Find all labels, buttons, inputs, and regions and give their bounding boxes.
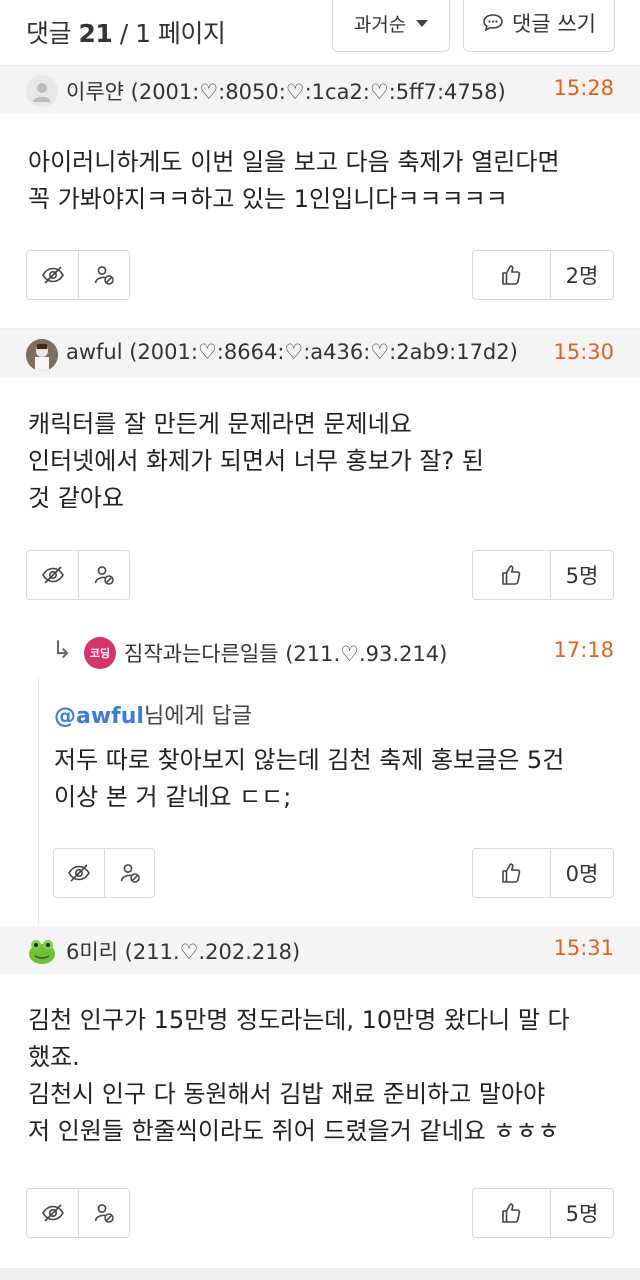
comment-time: 15:31 <box>553 936 614 960</box>
comment-meta: 6미리 (211.♡.202.218) 15:31 <box>0 926 640 974</box>
user-block-icon <box>94 566 114 585</box>
like-control: 2명 <box>472 250 614 300</box>
avatar[interactable]: 코딩 <box>84 637 116 669</box>
user-block-icon <box>94 1204 114 1223</box>
comment-meta: ↳ 코딩 짐작과는다른일들 (211.♡.93.214) 17:18 <box>0 628 640 676</box>
avatar[interactable] <box>26 339 58 371</box>
comment-meta: awful (2001:♡:8664:♡:a436:♡:2ab9:17d2) 1… <box>0 330 640 378</box>
comment-line: 인터넷에서 화제가 되면서 너무 홍보가 잘? 된 <box>28 447 484 475</box>
comment-actions <box>53 848 155 898</box>
comment-actions <box>26 550 130 600</box>
mention-user[interactable]: @awful <box>54 704 144 729</box>
comment-time: 15:30 <box>553 340 614 364</box>
comment-line: 했죠. <box>28 1043 80 1071</box>
write-comment-button[interactable]: 댓글 쓰기 <box>463 0 615 52</box>
comment-author[interactable]: 짐작과는다른일들 (211.♡.93.214) <box>124 638 447 668</box>
reply-mention: @awful님에게 답글 <box>54 704 253 729</box>
eye-slash-icon <box>41 266 64 284</box>
avatar[interactable] <box>26 935 58 967</box>
comment-line: 캐릭터를 잘 만든게 문제라면 문제네요 <box>28 410 412 438</box>
comment-header-bar: 댓글 21 / 1 페이지 과거순 댓글 쓰기 <box>0 0 640 66</box>
comment-author[interactable]: 6미리 (211.♡.202.218) <box>66 936 300 966</box>
hide-button[interactable] <box>54 849 104 897</box>
user-block-icon <box>94 266 114 285</box>
hide-button[interactable] <box>27 1189 78 1237</box>
avatar[interactable] <box>26 75 58 107</box>
comment-line: 저 인원들 한줄씩이라도 쥐어 드렸을거 같네요 ㅎㅎㅎ <box>28 1117 560 1145</box>
sort-label: 과거순 <box>353 13 407 36</box>
comment-author[interactable]: 이루얀 (2001:♡:8050:♡:1ca2:♡:5ff7:4758) <box>66 76 506 106</box>
hide-button[interactable] <box>27 551 78 599</box>
chat-bubble-icon <box>483 14 503 32</box>
eye-slash-icon <box>68 864 90 882</box>
comment-line: 꼭 가봐야지ㅋㅋ하고 있는 1인입니다ㅋㅋㅋㅋㅋ <box>28 185 508 213</box>
eye-slash-icon <box>41 566 64 584</box>
sort-dropdown[interactable]: 과거순 <box>332 0 450 52</box>
block-user-button[interactable] <box>78 251 129 299</box>
chevron-down-icon <box>416 19 429 27</box>
like-count: 0명 <box>549 849 613 897</box>
comment-meta: 이루얀 (2001:♡:8050:♡:1ca2:♡:5ff7:4758) 15:… <box>0 66 640 114</box>
comment-body: 김천 인구가 15만명 정도라는데, 10만명 왔다니 말 다 했죠. 김천시 … <box>28 1002 570 1150</box>
comment-time: 15:28 <box>553 76 614 100</box>
comment-line: 김천 인구가 15만명 정도라는데, 10만명 왔다니 말 다 <box>28 1006 570 1034</box>
like-control: 5명 <box>472 1188 614 1238</box>
comment-actions <box>26 250 130 300</box>
comment-body: 캐릭터를 잘 만든게 문제라면 문제네요 인터넷에서 화제가 되면서 너무 홍보… <box>28 406 484 517</box>
hide-button[interactable] <box>27 251 78 299</box>
comment-divider <box>0 1268 640 1280</box>
comment-line: 김천시 인구 다 동원해서 김밥 재료 준비하고 말아야 <box>28 1080 546 1108</box>
like-button[interactable] <box>473 251 550 299</box>
like-control: 0명 <box>472 848 614 898</box>
comment-line: 것 같아요 <box>28 484 124 512</box>
like-count: 5명 <box>549 1189 613 1237</box>
thumbs-up-icon <box>502 863 521 883</box>
write-comment-label: 댓글 쓰기 <box>512 12 596 36</box>
comment-item: 6미리 (211.♡.202.218) 15:31 김천 인구가 15만명 정도… <box>0 926 640 1260</box>
page-info: / 1 페이지 <box>112 19 226 48</box>
eye-slash-icon <box>41 1204 64 1222</box>
comment-item: 이루얀 (2001:♡:8050:♡:1ca2:♡:5ff7:4758) 15:… <box>0 66 640 328</box>
comment-item: awful (2001:♡:8664:♡:a436:♡:2ab9:17d2) 1… <box>0 330 640 626</box>
like-button[interactable] <box>473 1189 550 1237</box>
comment-actions <box>26 1188 130 1238</box>
like-count: 5명 <box>549 551 613 599</box>
user-block-icon <box>120 864 140 883</box>
thumbs-up-icon <box>502 265 521 285</box>
comment-line: 아이러니하게도 이번 일을 보고 다음 축제가 열린다면 <box>28 148 560 176</box>
block-user-button[interactable] <box>104 849 154 897</box>
like-control: 5명 <box>472 550 614 600</box>
like-count: 2명 <box>549 251 613 299</box>
thumbs-up-icon <box>502 565 521 585</box>
comment-count-value: 21 <box>78 19 113 48</box>
comment-time: 17:18 <box>553 638 614 662</box>
avatar-badge: 코딩 <box>89 647 111 660</box>
comment-count: 댓글 21 / 1 페이지 <box>26 19 226 48</box>
block-user-button[interactable] <box>78 1189 129 1237</box>
like-button[interactable] <box>473 551 550 599</box>
comment-line: 이상 본 거 같네요 ㄷㄷ; <box>54 783 292 811</box>
comment-author[interactable]: awful (2001:♡:8664:♡:a436:♡:2ab9:17d2) <box>66 340 518 364</box>
thumbs-up-icon <box>502 1203 521 1223</box>
like-button[interactable] <box>473 849 550 897</box>
comment-body: 저두 따로 찾아보지 않는데 김천 축제 홍보글은 5건 이상 본 거 같네요 … <box>54 742 564 816</box>
comment-body: 아이러니하게도 이번 일을 보고 다음 축제가 열린다면 꼭 가봐야지ㅋㅋ하고 … <box>28 144 560 218</box>
block-user-button[interactable] <box>78 551 129 599</box>
reply-arrow-icon: ↳ <box>52 636 73 664</box>
comment-line: 저두 따로 찾아보지 않는데 김천 축제 홍보글은 5건 <box>54 746 565 774</box>
reply-item: ↳ 코딩 짐작과는다른일들 (211.♡.93.214) 17:18 @awfu… <box>0 628 640 924</box>
